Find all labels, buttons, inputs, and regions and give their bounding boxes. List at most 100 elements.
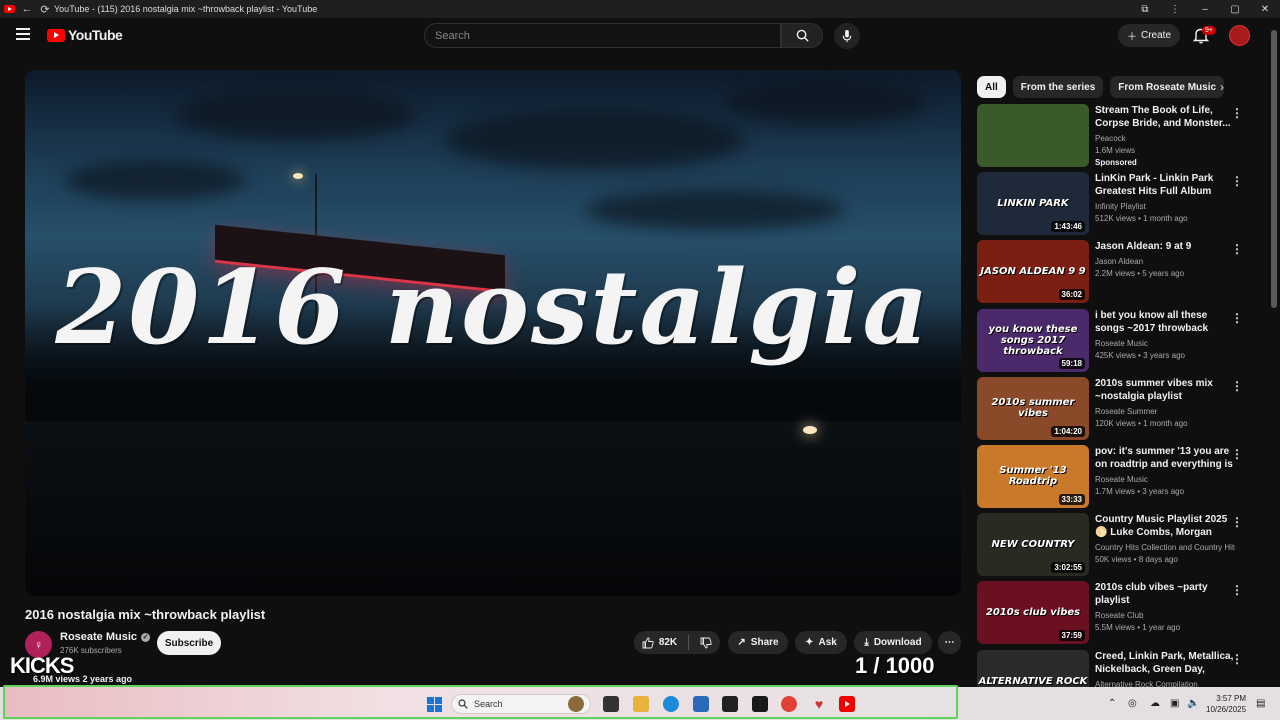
recommendation-channel[interactable]: Roseate Summer <box>1095 406 1235 418</box>
volume-icon[interactable]: 🔈 <box>1187 698 1199 709</box>
like-button[interactable]: 82K <box>642 637 677 649</box>
search-input[interactable]: Search <box>424 23 781 48</box>
windows-start-icon[interactable] <box>426 696 442 712</box>
channel-name[interactable]: Roseate Music ✓ <box>60 631 151 643</box>
browser-titlebar: ← ⟳ YouTube - (115) 2016 nostalgia mix ~… <box>0 0 1280 18</box>
recommendation-title[interactable]: Stream The Book of Life, Corpse Bride, a… <box>1095 104 1235 130</box>
filter-chip[interactable]: From Roseate Music <box>1110 76 1225 98</box>
video-thumbnail[interactable]: NEW COUNTRY 3:02:55 <box>977 513 1089 577</box>
notification-center-icon[interactable]: ▤ <box>1256 698 1265 709</box>
recommendation-title[interactable]: LinKin Park - Linkin Park Greatest Hits … <box>1095 172 1235 198</box>
nvidia-icon[interactable] <box>752 696 768 712</box>
share-button[interactable]: ↗ Share <box>728 631 788 654</box>
ask-button[interactable]: ✦ Ask <box>795 631 847 654</box>
recommendation-item[interactable]: LINKIN PARK 1:43:46 LinKin Park - Linkin P… <box>977 172 1247 240</box>
file-explorer-icon[interactable] <box>633 696 649 712</box>
recommendation-title[interactable]: i bet you know all these songs ~2017 thr… <box>1095 309 1235 335</box>
recommendation-channel[interactable]: Jason Aldean <box>1095 256 1235 268</box>
video-thumbnail[interactable]: LINKIN PARK 1:43:46 <box>977 172 1089 236</box>
recommendation-item[interactable]: JASON ALDEAN 9 9 36:02 Jason Aldean: 9 at … <box>977 240 1247 308</box>
chevron-right-icon[interactable]: › <box>1220 80 1224 94</box>
recommendation-channel[interactable]: Country Hits Collection and Country Hits… <box>1095 542 1235 554</box>
search-button[interactable] <box>781 23 823 48</box>
account-avatar[interactable] <box>1229 25 1250 46</box>
more-vertical-icon[interactable]: ⋮ <box>1231 447 1243 461</box>
network-icon[interactable]: ▣ <box>1170 698 1179 709</box>
recommendation-item[interactable]: 2010s club vibes 37:59 2010s club vibes ~p… <box>977 581 1247 649</box>
epic-games-icon[interactable] <box>722 696 738 712</box>
recommendation-item[interactable]: Stream The Book of Life, Corpse Bride, a… <box>977 104 1247 172</box>
recommendation-info: pov: it's summer '13 you are on roadtrip… <box>1095 445 1235 513</box>
video-player[interactable]: 2016 nostalgia <box>25 70 961 596</box>
more-vertical-icon[interactable]: ⋮ <box>1231 174 1243 188</box>
duration-badge: 59:18 <box>1058 357 1085 369</box>
like-dislike-group: 82K <box>634 631 720 654</box>
recommendation-title[interactable]: 2010s summer vibes mix ~nostalgia playli… <box>1095 377 1235 403</box>
recommendation-title[interactable]: Creed, Linkin Park, Metallica, Nickelbac… <box>1095 650 1235 676</box>
more-vertical-icon[interactable]: ⋮ <box>1231 583 1243 597</box>
more-vertical-icon[interactable]: ⋮ <box>1231 242 1243 256</box>
recommendation-item[interactable]: Summer '13 Roadtrip 33:33 pov: it's summer… <box>977 444 1247 513</box>
page-scrollbar[interactable] <box>1271 30 1277 308</box>
menu-icon[interactable] <box>16 28 30 40</box>
microphone-icon <box>842 29 852 42</box>
close-button[interactable]: ✕ <box>1250 4 1280 15</box>
thumbnail-text: you know these songs 2017 throwback <box>988 323 1078 357</box>
youtube-app-icon[interactable] <box>839 696 855 712</box>
more-vertical-icon[interactable]: ⋮ <box>1231 311 1243 325</box>
voice-search-button[interactable] <box>834 23 860 49</box>
tray-app-icon[interactable]: ◎ <box>1128 698 1137 709</box>
more-vertical-icon[interactable]: ⋮ <box>1231 106 1243 120</box>
thumbnail-text: LINKIN PARK <box>997 198 1069 210</box>
recommendation-item[interactable]: you know these songs 2017 throwback 59:18… <box>977 308 1247 377</box>
onedrive-icon[interactable]: ☁ <box>1150 698 1160 709</box>
recommendation-info: i bet you know all these songs ~2017 thr… <box>1095 309 1235 377</box>
thumbs-down-icon[interactable] <box>700 637 712 649</box>
recommendation-channel[interactable]: Infinity Playlist <box>1095 201 1235 213</box>
task-view-icon[interactable] <box>603 696 619 712</box>
recommendation-title[interactable]: pov: it's summer '13 you are on roadtrip… <box>1095 445 1235 471</box>
extensions-icon[interactable]: ⧉ <box>1130 4 1160 15</box>
recommendation-channel[interactable]: Roseate Music <box>1095 338 1235 350</box>
recommendation-item[interactable]: NEW COUNTRY 3:02:55 Country Music Playlist… <box>977 513 1247 581</box>
more-actions-button[interactable]: ⋯ <box>938 631 961 654</box>
more-vertical-icon[interactable]: ⋮ <box>1231 652 1243 666</box>
more-vertical-icon[interactable]: ⋮ <box>1231 379 1243 393</box>
chrome-icon[interactable] <box>781 696 797 712</box>
recommendation-title[interactable]: 2010s club vibes ~party playlist <box>1095 581 1235 607</box>
store-icon[interactable] <box>693 696 709 712</box>
filter-chip[interactable]: All <box>977 76 1006 98</box>
recommendation-info: LinKin Park - Linkin Park Greatest Hits … <box>1095 172 1235 240</box>
youtube-logo[interactable]: YouTube <box>47 27 123 43</box>
minimize-button[interactable]: – <box>1190 4 1220 15</box>
video-thumbnail[interactable]: you know these songs 2017 throwback 59:18 <box>977 308 1089 372</box>
video-thumbnail[interactable]: JASON ALDEAN 9 9 36:02 <box>977 240 1089 304</box>
recommendation-item[interactable]: 2010s summer vibes 1:04:20 2010s summer vi… <box>977 376 1247 445</box>
recommendation-channel[interactable]: Roseate Club <box>1095 610 1235 622</box>
video-thumbnail[interactable]: 2010s club vibes 37:59 <box>977 581 1089 645</box>
reload-icon[interactable]: ⟳ <box>36 0 54 18</box>
channel-name-text: Roseate Music <box>60 631 138 643</box>
download-button[interactable]: ⤓ Download <box>854 631 932 654</box>
recommendation-channel[interactable]: Peacock <box>1095 133 1235 145</box>
video-thumbnail[interactable]: 2010s summer vibes 1:04:20 <box>977 376 1089 440</box>
browser-menu-icon[interactable]: ⋮ <box>1160 4 1190 15</box>
pin-app-icon[interactable]: ♥ <box>811 696 827 712</box>
tray-chevron-icon[interactable]: ⌃ <box>1108 698 1116 709</box>
filter-chips: All From the series From Roseate Music <box>977 76 1225 98</box>
edge-browser-icon[interactable] <box>663 696 679 712</box>
back-arrow-icon[interactable]: ← <box>18 0 36 18</box>
recommendations-list: Stream The Book of Life, Corpse Bride, a… <box>977 104 1247 718</box>
more-vertical-icon[interactable]: ⋮ <box>1231 515 1243 529</box>
video-thumbnail[interactable]: Summer '13 Roadtrip 33:33 <box>977 444 1089 508</box>
maximize-button[interactable]: ▢ <box>1220 4 1250 15</box>
recommendation-channel[interactable]: Roseate Music <box>1095 474 1235 486</box>
subscribe-button[interactable]: Subscribe <box>157 631 221 655</box>
filter-chip[interactable]: From the series <box>1012 76 1104 98</box>
system-clock[interactable]: 3:57 PM 10/26/2025 <box>1206 693 1246 715</box>
recommendation-title[interactable]: Jason Aldean: 9 at 9 <box>1095 240 1235 253</box>
video-thumbnail[interactable] <box>977 104 1089 167</box>
news-widget-icon[interactable] <box>568 696 584 712</box>
create-button[interactable]: ＋ Create <box>1118 24 1180 47</box>
recommendation-title[interactable]: Country Music Playlist 2025 🌕 Luke Combs… <box>1095 513 1235 539</box>
